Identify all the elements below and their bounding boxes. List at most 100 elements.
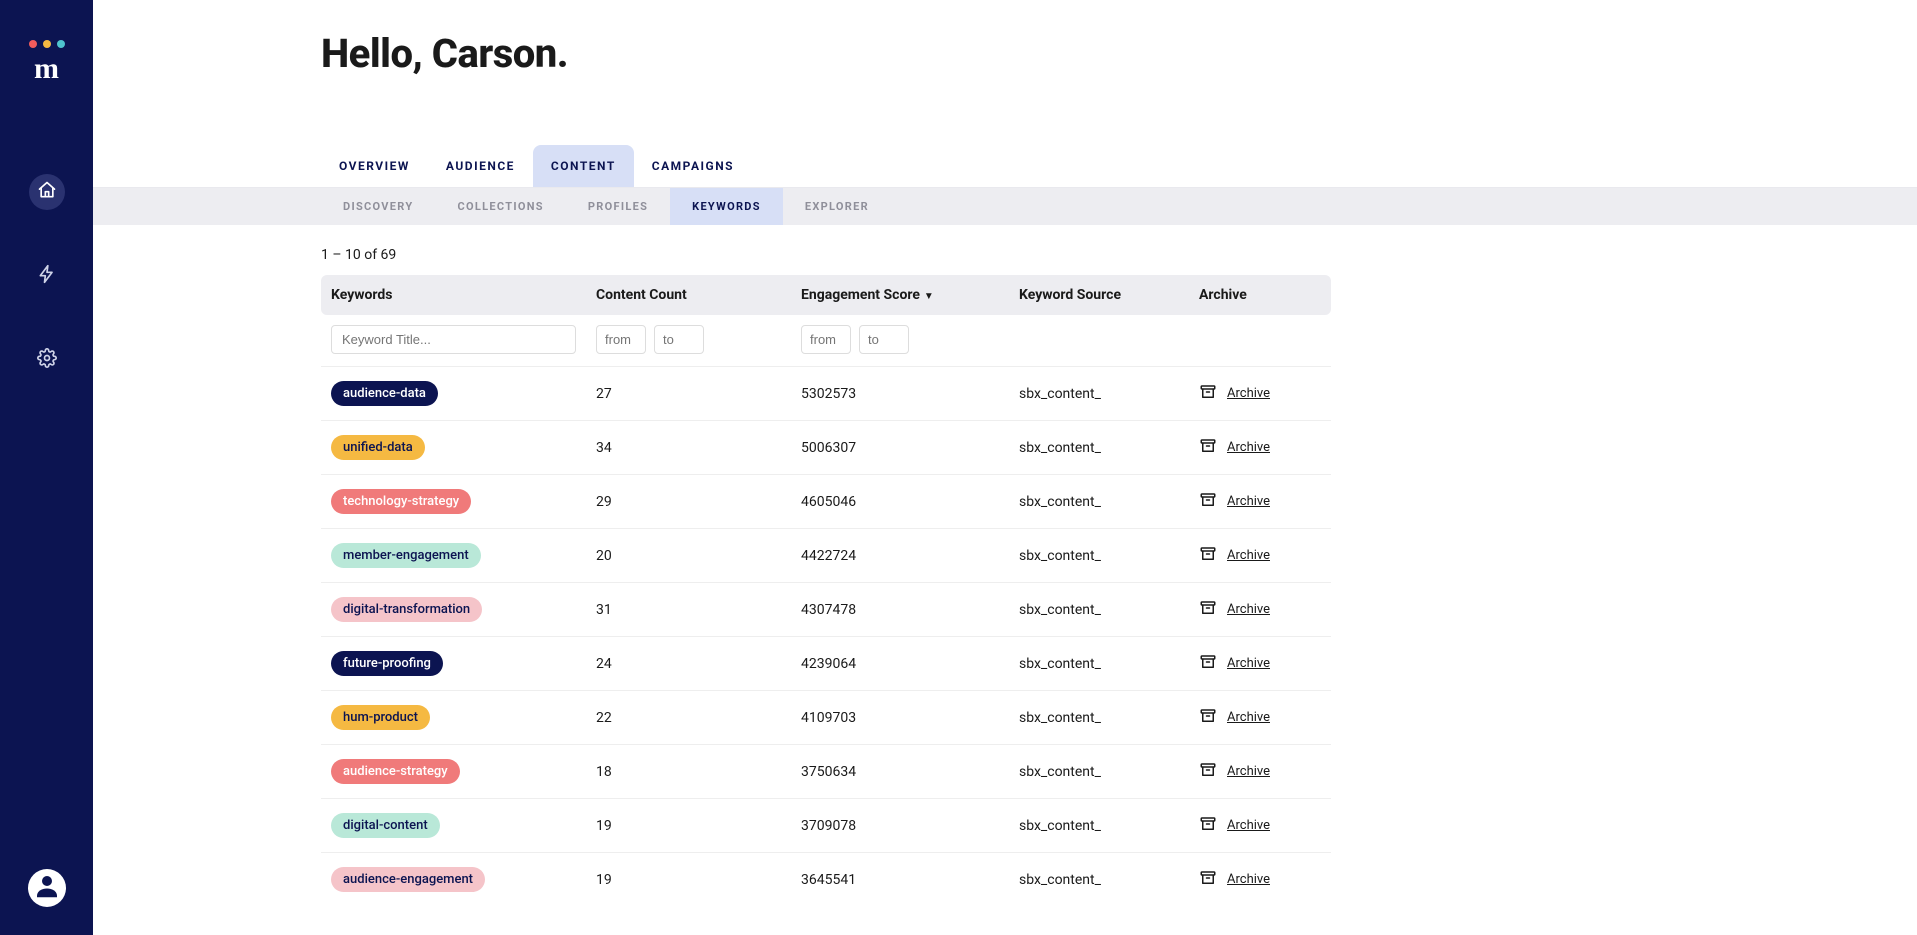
keywords-table: Keywords Content Count Engagement Score▼… <box>321 275 1331 906</box>
logo-letter: m <box>34 54 59 84</box>
engagement-cell: 3709078 <box>791 799 1009 853</box>
content-count-cell: 22 <box>586 691 791 745</box>
content-count-cell: 18 <box>586 745 791 799</box>
archive-link[interactable]: Archive <box>1227 656 1270 671</box>
source-cell: sbx_content_ <box>1009 745 1189 799</box>
engagement-cell: 3645541 <box>791 853 1009 907</box>
content-count-cell: 31 <box>586 583 791 637</box>
tab-audience[interactable]: AUDIENCE <box>428 145 533 187</box>
nav-settings[interactable] <box>29 342 65 378</box>
engagement-to-input[interactable] <box>859 325 909 354</box>
subtab-discovery[interactable]: DISCOVERY <box>321 188 435 225</box>
source-cell: sbx_content_ <box>1009 583 1189 637</box>
archive-link[interactable]: Archive <box>1227 710 1270 725</box>
engagement-cell: 4239064 <box>791 637 1009 691</box>
archive-link[interactable]: Archive <box>1227 764 1270 779</box>
archive-link[interactable]: Archive <box>1227 602 1270 617</box>
primary-tabs: OVERVIEWAUDIENCECONTENTCAMPAIGNS <box>93 145 1917 188</box>
table-row: future-proofing 244239064sbx_content_ Arch… <box>321 637 1331 691</box>
nav-activity[interactable] <box>29 258 65 294</box>
table-row: hum-product 224109703sbx_content_ Archive <box>321 691 1331 745</box>
engagement-cell: 4605046 <box>791 475 1009 529</box>
table-row: audience-strategy 183750634sbx_content_ Ar… <box>321 745 1331 799</box>
archive-link[interactable]: Archive <box>1227 872 1270 887</box>
engagement-cell: 4307478 <box>791 583 1009 637</box>
subtab-explorer[interactable]: EXPLORER <box>783 188 891 225</box>
page-title: Hello, Carson. <box>321 30 1331 77</box>
table-row: member-engagement204422724sbx_content_Ar… <box>321 529 1331 583</box>
nav-icons <box>29 174 65 378</box>
keyword-filter-input[interactable] <box>331 325 576 354</box>
engagement-cell: 4422724 <box>791 529 1009 583</box>
content-count-cell: 29 <box>586 475 791 529</box>
content-count-cell: 27 <box>586 367 791 421</box>
content-count-cell: 19 <box>586 853 791 907</box>
source-cell: sbx_content_ <box>1009 853 1189 907</box>
source-cell: sbx_content_ <box>1009 475 1189 529</box>
keyword-pill[interactable]: digital-content <box>331 813 440 838</box>
col-archive: Archive <box>1189 275 1331 315</box>
subtab-collections[interactable]: COLLECTIONS <box>435 188 565 225</box>
archive-icon <box>1199 761 1217 783</box>
content-count-from-input[interactable] <box>596 325 646 354</box>
content-count-cell: 34 <box>586 421 791 475</box>
source-cell: sbx_content_ <box>1009 421 1189 475</box>
table-row: digital-transformation 314307478sbx_conte… <box>321 583 1331 637</box>
col-keywords[interactable]: Keywords <box>321 275 586 315</box>
archive-icon <box>1199 491 1217 513</box>
keyword-pill[interactable]: unified-data <box>331 435 425 460</box>
source-cell: sbx_content_ <box>1009 691 1189 745</box>
archive-icon <box>1199 437 1217 459</box>
content-count-to-input[interactable] <box>654 325 704 354</box>
table-row: technology-strategy 294605046sbx_content_… <box>321 475 1331 529</box>
subtab-profiles[interactable]: PROFILES <box>566 188 670 225</box>
tab-content[interactable]: CONTENT <box>533 145 634 187</box>
col-engagement[interactable]: Engagement Score▼ <box>791 275 1009 315</box>
col-content-count[interactable]: Content Count <box>586 275 791 315</box>
archive-icon <box>1199 599 1217 621</box>
nav-home[interactable] <box>29 174 65 210</box>
keyword-pill[interactable]: audience-strategy <box>331 759 460 784</box>
engagement-cell: 4109703 <box>791 691 1009 745</box>
keyword-pill[interactable]: digital-transformation <box>331 597 482 622</box>
table-row: audience-data 275302573sbx_content_ Archiv… <box>321 367 1331 421</box>
keyword-pill[interactable]: audience-engagement <box>331 867 485 892</box>
archive-link[interactable]: Archive <box>1227 440 1270 455</box>
archive-link[interactable]: Archive <box>1227 386 1270 401</box>
engagement-cell: 5006307 <box>791 421 1009 475</box>
filter-row <box>321 315 1331 367</box>
source-cell: sbx_content_ <box>1009 367 1189 421</box>
subtab-keywords[interactable]: KEYWORDS <box>670 188 783 225</box>
archive-link[interactable]: Archive <box>1227 494 1270 509</box>
sidebar: m <box>0 0 93 935</box>
table-row: digital-content 193709078sbx_content_ Arch… <box>321 799 1331 853</box>
source-cell: sbx_content_ <box>1009 799 1189 853</box>
avatar[interactable] <box>28 869 66 907</box>
bolt-icon <box>37 264 57 288</box>
content-count-cell: 24 <box>586 637 791 691</box>
logo[interactable]: m <box>29 40 65 84</box>
logo-dots <box>29 40 65 48</box>
archive-link[interactable]: Archive <box>1227 548 1270 563</box>
keyword-pill[interactable]: technology-strategy <box>331 489 471 514</box>
archive-icon <box>1199 653 1217 675</box>
keyword-pill[interactable]: future-proofing <box>331 651 443 676</box>
tab-campaigns[interactable]: CAMPAIGNS <box>634 145 752 187</box>
home-icon <box>37 180 57 204</box>
secondary-tabs: DISCOVERYCOLLECTIONSPROFILESKEYWORDSEXPL… <box>93 188 1917 225</box>
engagement-cell: 3750634 <box>791 745 1009 799</box>
tab-overview[interactable]: OVERVIEW <box>321 145 428 187</box>
engagement-cell: 5302573 <box>791 367 1009 421</box>
keyword-pill[interactable]: audience-data <box>331 381 438 406</box>
sort-desc-icon: ▼ <box>924 291 934 302</box>
col-keyword-source[interactable]: Keyword Source <box>1009 275 1189 315</box>
archive-icon <box>1199 545 1217 567</box>
archive-link[interactable]: Archive <box>1227 818 1270 833</box>
source-cell: sbx_content_ <box>1009 637 1189 691</box>
keyword-pill[interactable]: member-engagement <box>331 543 481 568</box>
main: Hello, Carson. OVERVIEWAUDIENCECONTENTCA… <box>93 0 1917 935</box>
engagement-from-input[interactable] <box>801 325 851 354</box>
content-count-cell: 19 <box>586 799 791 853</box>
archive-icon <box>1199 707 1217 729</box>
keyword-pill[interactable]: hum-product <box>331 705 430 730</box>
